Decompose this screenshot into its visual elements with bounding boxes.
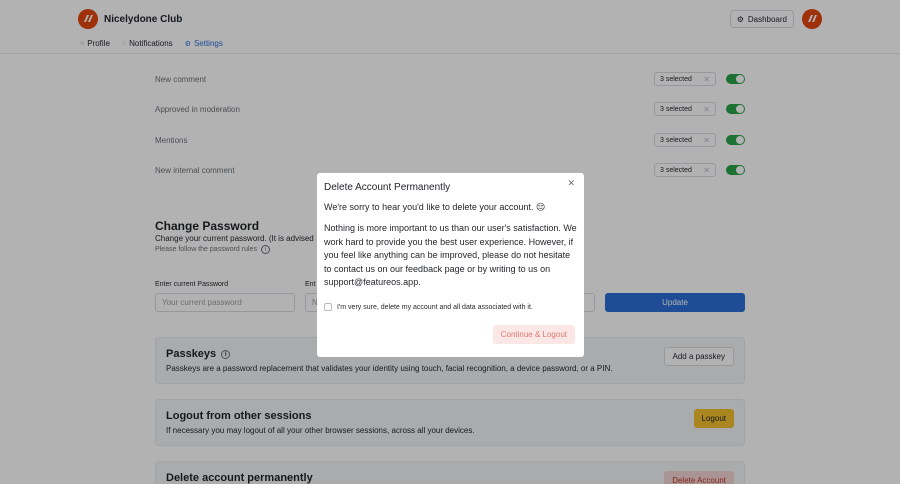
modal-title: Delete Account Permanently bbox=[324, 182, 451, 193]
confirm-delete-checkbox[interactable] bbox=[324, 303, 332, 311]
confirm-delete-checkbox-row[interactable]: I'm very sure, delete my account and all… bbox=[324, 303, 533, 311]
delete-account-modal: Delete Account Permanently ✕ We're sorry… bbox=[317, 173, 584, 357]
modal-body-text: Nothing is more important to us than our… bbox=[324, 223, 577, 287]
continue-logout-button[interactable]: Continue & Logout bbox=[492, 325, 575, 344]
close-icon[interactable]: ✕ bbox=[567, 178, 575, 189]
confirm-delete-label: I'm very sure, delete my account and all… bbox=[337, 303, 533, 311]
modal-sorry-text: We're sorry to hear you'd like to delete… bbox=[324, 202, 546, 212]
